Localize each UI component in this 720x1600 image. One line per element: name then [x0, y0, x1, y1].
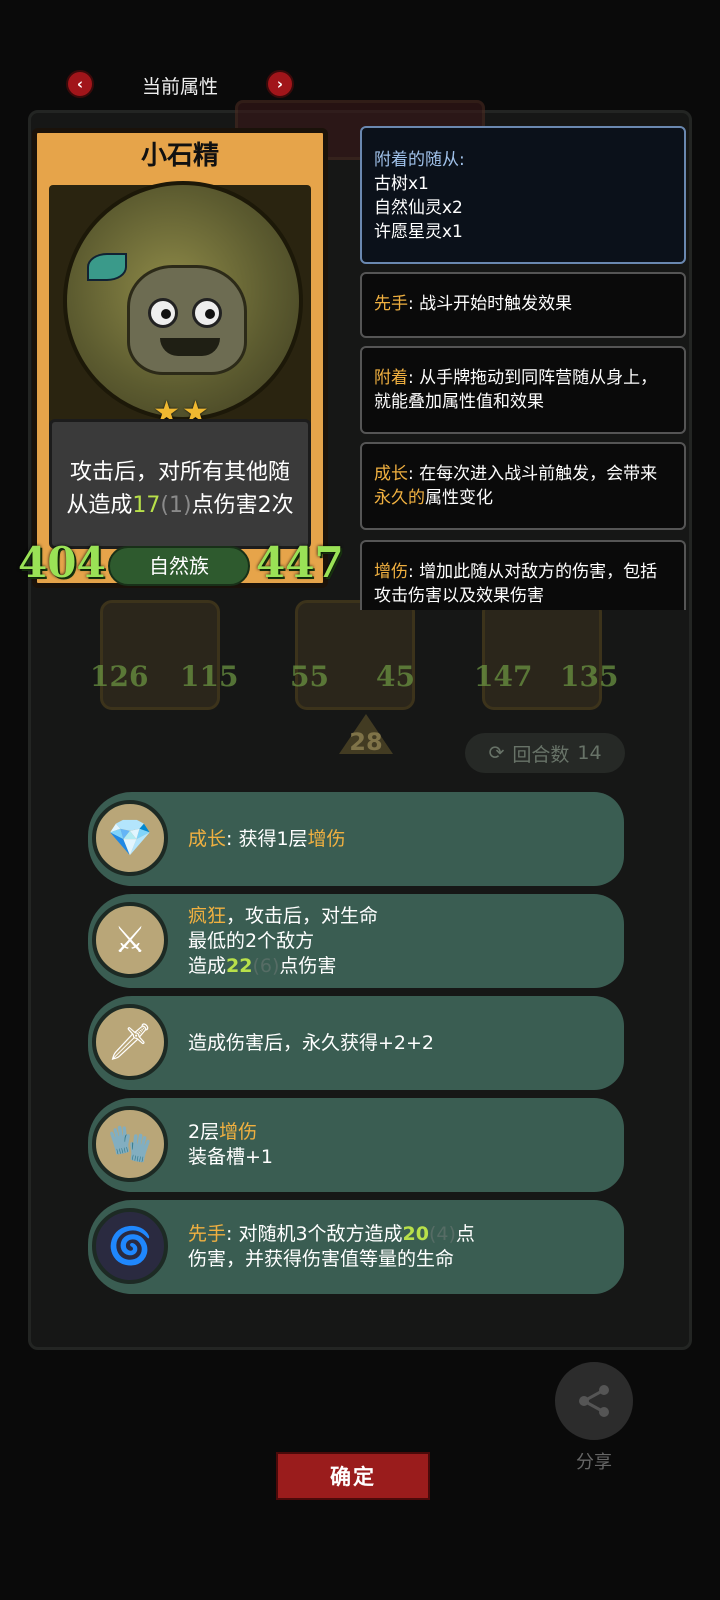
prev-button[interactable]: ‹ — [66, 70, 94, 98]
unit-description: 攻击后，对所有其他随 从造成17(1)点伤害2次 — [49, 419, 311, 549]
skill-row[interactable]: 🗡 造成伤害后，永久获得+2+2 — [88, 996, 624, 1090]
skill-row[interactable]: ⚔ 疯狂，攻击后，对生命 最低的2个敌方 造成22(6)点伤害 — [88, 894, 624, 988]
skill-text: 2层增伤 装备槽+1 — [188, 1121, 274, 1168]
confirm-button[interactable]: 确定 — [276, 1452, 430, 1500]
round-value: 14 — [577, 742, 602, 764]
attached-minions-panel: 附着的随从: 古树x1 自然仙灵x2 许愿星灵x1 — [360, 126, 686, 264]
desc-line-1: 攻击后，对所有其他随 — [69, 460, 290, 485]
skill-text: 疯狂，攻击后，对生命 最低的2个敌方 造成22(6)点伤害 — [188, 904, 379, 977]
eye-right — [192, 298, 222, 328]
chevron-right-icon: › — [276, 75, 284, 93]
health-stat: 447 — [256, 538, 344, 587]
round-counter: ⟳ 回合数 14 — [465, 733, 625, 773]
bg-atk-2: 55 — [290, 660, 329, 693]
leaf-icon — [87, 253, 127, 281]
chevron-left-icon: ‹ — [76, 75, 84, 93]
bg-portrait-1 — [100, 600, 220, 710]
unit-card: 小石精 ★★ 攻击后，对所有其他随 从造成17(1)点伤害2次 — [32, 128, 328, 588]
rock-creature — [127, 265, 247, 375]
bg-hp-3: 135 — [560, 660, 619, 693]
skill-row[interactable]: 💎 成长: 获得1层增伤 — [88, 792, 624, 886]
unit-name: 小石精 — [140, 141, 219, 171]
tribe-badge: 自然族 — [108, 546, 250, 586]
gauntlet-icon: 🧤 — [92, 1106, 168, 1182]
desc-value: 17 — [132, 493, 161, 518]
bg-hp-2: 45 — [376, 660, 415, 693]
desc-line-2: 从造成17(1)点伤害2次 — [66, 493, 294, 518]
attached-item: 古树x1 — [374, 174, 429, 194]
desc-extra: (1) — [160, 493, 192, 518]
bg-atk-3: 147 — [474, 660, 533, 693]
bg-hp-1: 115 — [180, 660, 239, 693]
attack-stat: 404 — [18, 538, 106, 587]
scythe-icon: ⚔ — [92, 902, 168, 978]
skill-row[interactable]: 🌀 先手: 对随机3个敌方造成20(4)点 伤害，并获得伤害值等量的生命 — [88, 1200, 624, 1294]
skill-text: 成长: 获得1层增伤 — [188, 827, 346, 850]
skill-text: 造成伤害后，永久获得+2+2 — [188, 1031, 435, 1054]
keyword-growth: 成长: 在每次进入战斗前触发，会带来永久的属性变化 — [360, 442, 686, 530]
refresh-icon: ⟳ — [488, 742, 505, 764]
bg-portrait-2 — [295, 600, 415, 710]
level-value: 28 — [349, 728, 383, 756]
nav-title: 当前属性 — [141, 76, 218, 98]
level-arrow: 28 — [333, 714, 399, 780]
unit-portrait — [63, 181, 303, 421]
share-button[interactable] — [555, 1362, 633, 1440]
attached-title: 附着的随从: — [374, 150, 465, 170]
attached-item: 许愿星灵x1 — [374, 222, 463, 242]
mouth — [160, 338, 220, 356]
green-crystal-icon: 💎 — [92, 800, 168, 876]
bg-atk-1: 126 — [90, 660, 149, 693]
next-button[interactable]: › — [266, 70, 294, 98]
bg-portrait-3 — [482, 600, 602, 710]
purple-blade-icon: 🌀 — [92, 1208, 168, 1284]
skill-text: 先手: 对随机3个敌方造成20(4)点 伤害，并获得伤害值等量的生命 — [188, 1223, 475, 1270]
round-label: 回合数 — [512, 743, 570, 766]
keyword-damage-up: 增伤: 增加此随从对敌方的伤害，包括攻击伤害以及效果伤害 — [360, 540, 686, 610]
share-label: 分享 — [576, 1452, 612, 1473]
purple-dagger-icon: 🗡 — [92, 1004, 168, 1080]
share-icon — [579, 1385, 609, 1417]
attached-item: 自然仙灵x2 — [374, 198, 463, 218]
keyword-attach: 附着: 从手牌拖动到同阵营随从身上，就能叠加属性值和效果 — [360, 346, 686, 434]
keyword-first-strike: 先手: 战斗开始时触发效果 — [360, 272, 686, 338]
eye-left — [148, 298, 178, 328]
skill-row[interactable]: 🧤 2层增伤 装备槽+1 — [88, 1098, 624, 1192]
